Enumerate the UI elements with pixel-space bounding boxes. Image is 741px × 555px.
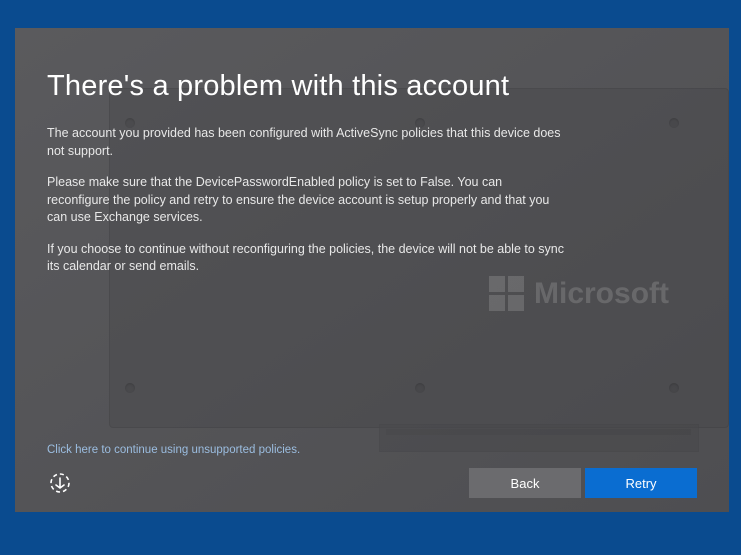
back-button[interactable]: Back (469, 468, 581, 498)
microsoft-squares-icon (489, 276, 524, 311)
dialog-paragraph-2: Please make sure that the DevicePassword… (47, 174, 567, 227)
microsoft-logo: Microsoft (489, 276, 669, 311)
microsoft-wordmark: Microsoft (534, 277, 669, 311)
dialog-footer: Back Retry (15, 468, 729, 498)
dialog-paragraph-1: The account you provided has been config… (47, 125, 567, 160)
ease-of-access-icon[interactable] (47, 470, 73, 496)
continue-unsupported-link[interactable]: Click here to continue using unsupported… (47, 444, 300, 456)
setup-dialog: Microsoft There's a problem with this ac… (15, 28, 729, 512)
retry-button[interactable]: Retry (585, 468, 697, 498)
dialog-title: There's a problem with this account (47, 70, 697, 103)
dialog-paragraph-3: If you choose to continue without reconf… (47, 241, 567, 276)
